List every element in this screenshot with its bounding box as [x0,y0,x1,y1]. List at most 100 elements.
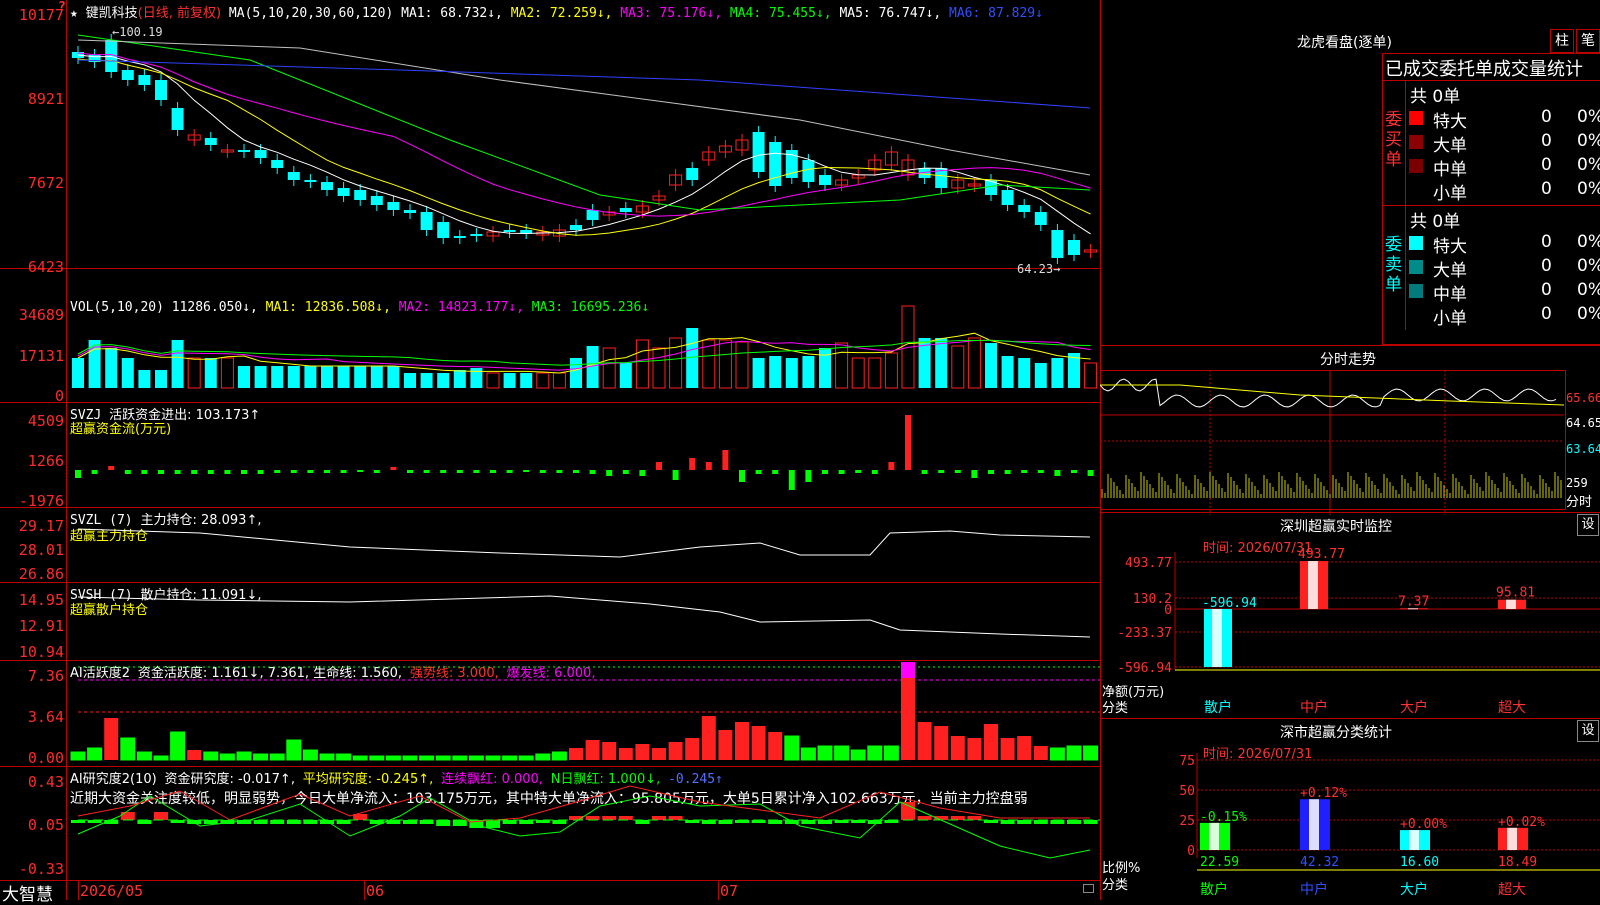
activity-bar [551,751,567,761]
research-bar [618,816,633,820]
monitor-axis-label: -596.94 [1117,661,1172,676]
volume-bar [669,337,683,389]
volume-bar [570,358,582,388]
class-axis-label: 75 [1179,754,1195,769]
candle-body [121,70,134,80]
lock-icon[interactable] [1083,884,1094,893]
activity-bar [203,751,219,761]
peak-marker [901,662,915,678]
flow-bar [1087,470,1094,476]
activity-bar [735,722,749,760]
flow-bar [307,470,314,473]
svsh-chart[interactable] [0,582,1100,660]
activity-bar [253,753,269,761]
activity-bar [435,755,451,761]
research-bar [1017,820,1032,824]
buy-side-label: 委买单 [1385,110,1402,170]
class-category-label: 中户 [1300,881,1328,898]
ai3-chart[interactable] [0,766,1100,880]
flow-bar [772,470,779,474]
candle-body [204,138,217,145]
date-tick-3 [718,880,719,900]
activity-bar [70,751,86,761]
activity-bar [950,736,965,760]
research-bar [436,820,451,826]
activity-bar [87,747,103,761]
flow-bar [622,470,629,474]
volume-bar [520,373,533,388]
class-bar-shine [1409,830,1419,850]
sell-row-m[interactable]: 中单00% [1405,279,1600,305]
monitor-chart[interactable]: 493.77130.20-233.37-596.94-596.94散户493.7… [1100,512,1600,717]
candlestick-chart[interactable] [0,0,1100,268]
monitor-bar-value: 95.81 [1496,586,1535,601]
flow-bar [656,462,662,470]
research-bar [718,820,733,824]
monitor-category-label: 中户 [1300,699,1328,716]
candle-body [819,175,831,185]
research-bar [1000,820,1015,824]
activity-bar [352,755,368,761]
volume-bar [752,358,765,388]
swatch-icon [1409,183,1423,197]
activity-bar [934,726,949,760]
flow-bar [1054,470,1061,476]
candle-body [404,210,416,213]
monitor-bar-value: -596.94 [1202,596,1257,611]
class-bar-shine [1507,827,1517,850]
longhu-tick-button[interactable]: 笔 [1576,29,1600,53]
flow-bar [573,470,579,473]
research-bar [652,816,666,820]
volume-bar [718,339,732,389]
class-bar-change: -0.15% [1200,810,1247,825]
flow-bar [589,470,596,474]
sell-row-s[interactable]: 小单00% [1405,303,1600,329]
volume-bar [72,358,84,388]
activity-bar [984,724,998,760]
candle-body [1001,190,1014,205]
research-bar [137,820,152,824]
class-bar-value: 18.49 [1498,855,1537,870]
svzl-chart[interactable] [0,507,1100,582]
buy-row-m[interactable]: 中单00% [1405,154,1600,180]
activity-bar [668,742,683,760]
buy-row-xl[interactable]: 特大00% [1405,106,1600,132]
retail-position-line [77,595,1091,638]
buy-row-s[interactable]: 小单00% [1405,178,1600,204]
flow-bar [456,470,463,473]
intraday-chart[interactable] [1100,345,1600,515]
flow-bar [954,470,961,473]
ai2-chart[interactable] [0,660,1100,766]
activity-bar [120,737,136,761]
candle-body [321,182,333,190]
activity-bar [635,744,650,760]
svzj-chart[interactable] [0,402,1100,507]
class-bar-shine [1209,822,1219,850]
research-line [77,795,1091,859]
class-bar-change: +0.00% [1400,817,1447,832]
candle-body [1034,212,1047,225]
class-axis-label: 25 [1179,814,1195,829]
longhu-bar-button[interactable]: 柱 [1550,29,1574,53]
flow-bar [921,470,928,474]
activity-bar [402,755,418,761]
activity-bar [419,755,435,761]
flow-bar [440,470,447,473]
flow-bar [905,415,911,470]
class-chart[interactable]: 75 50 25 0 -0.15% 22.59 散户 +0.12% 42.32 中户 +0.00% 1… [1100,718,1600,900]
swatch-icon [1409,260,1423,274]
research-bar [668,816,683,820]
sell-row-xl[interactable]: 特大00% [1405,231,1600,257]
buy-row-l[interactable]: 大单00% [1405,130,1600,156]
sell-row-l[interactable]: 大单00% [1405,255,1600,281]
activity-bar [452,755,468,761]
candle-body [271,160,284,168]
volume-bar [437,373,450,388]
volume-bar [1018,358,1031,388]
ma5-line [77,39,1091,176]
activity-bar [535,753,551,761]
volume-chart[interactable] [0,268,1100,402]
activity-bar [652,748,666,760]
app-logo[interactable]: 大智慧 [2,880,53,905]
candle-body [1068,240,1080,255]
